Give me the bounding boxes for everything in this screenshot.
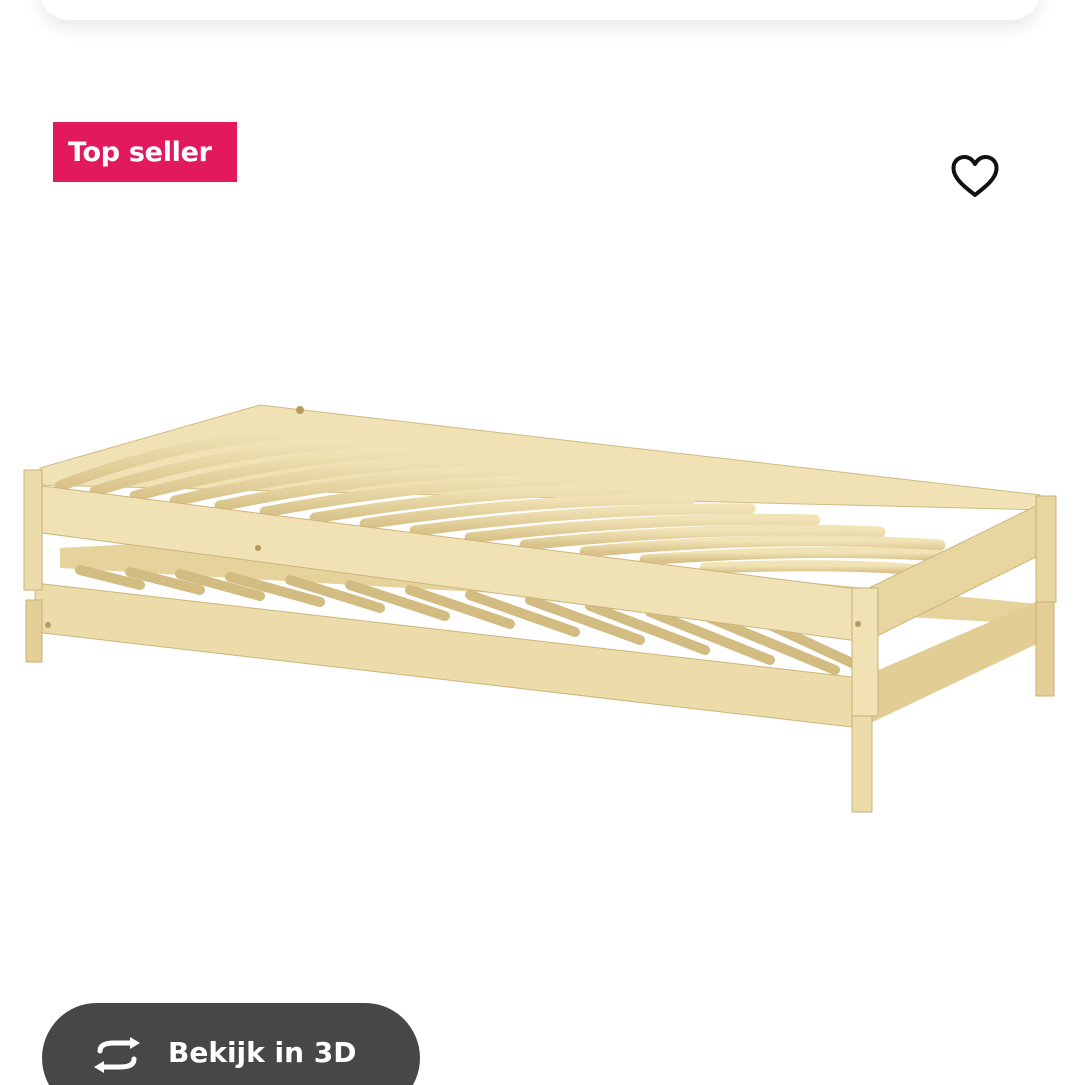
product-gallery: Top seller Bekijk in 3D xyxy=(0,0,1080,1085)
stackable-bed-image xyxy=(23,404,1057,813)
view-in-3d-label: Bekijk in 3D xyxy=(168,1036,357,1069)
top-seller-badge: Top seller xyxy=(53,122,237,182)
heart-outline-icon xyxy=(951,155,999,197)
favorite-button[interactable] xyxy=(946,148,1004,204)
rotate-3d-icon xyxy=(94,1037,140,1073)
top-card-edge xyxy=(40,0,1040,20)
top-seller-label: Top seller xyxy=(68,136,212,168)
view-in-3d-button[interactable]: Bekijk in 3D xyxy=(42,1003,420,1085)
